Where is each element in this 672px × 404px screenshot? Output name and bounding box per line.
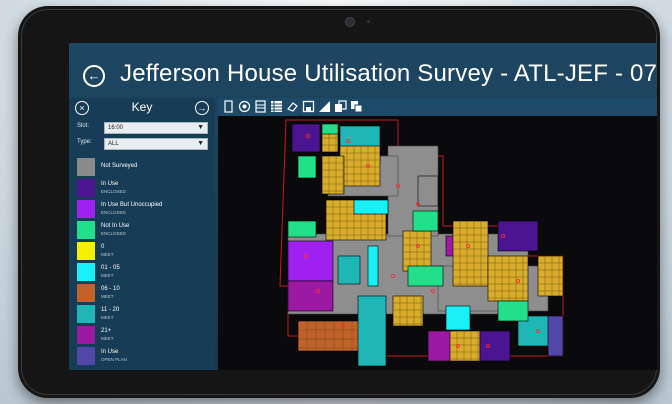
page-title: Jefferson House Utilisation Survey - ATL… — [120, 60, 657, 87]
meeting-room — [337, 255, 361, 285]
legend-swatch — [77, 158, 95, 176]
legend-item: In Use ENCLOSED — [77, 179, 213, 199]
floor-plan-drawing — [279, 119, 564, 367]
legend-label: In Use — [101, 181, 119, 187]
desk-area — [321, 155, 345, 195]
chevron-down-icon: ▼ — [197, 124, 204, 131]
tablet-frame: ← Jefferson House Utilisation Survey - A… — [18, 6, 660, 398]
meeting-room — [357, 295, 387, 367]
desk-area — [449, 330, 481, 362]
legend-swatch — [77, 263, 95, 281]
paste-icon[interactable] — [350, 100, 363, 113]
copy-icon[interactable] — [334, 100, 347, 113]
key-header: × Key → — [69, 98, 215, 118]
save-icon[interactable] — [302, 100, 315, 113]
legend-item: In Use OPEN PLAN — [77, 347, 213, 367]
legend-item: 01 - 05 MEET — [77, 263, 213, 283]
toolbar — [218, 98, 657, 116]
chevron-down-icon: ▼ — [197, 140, 204, 147]
legend-sublabel: MEET — [101, 294, 114, 299]
legend-item: 0 MEET — [77, 242, 213, 262]
room-not-in-use — [412, 210, 439, 232]
legend-label: 01 - 05 — [101, 265, 120, 271]
key-title: Key — [131, 100, 153, 114]
desk-area — [392, 295, 424, 327]
room-in-use — [291, 123, 321, 153]
legend-sublabel: MEET — [101, 252, 114, 257]
target-icon[interactable] — [238, 100, 251, 113]
legend-item: In Use But Unoccupied ENCLOSED — [77, 200, 213, 220]
legend-sublabel: OPEN PLAN — [101, 357, 127, 362]
eraser-icon[interactable] — [286, 100, 299, 113]
page-icon[interactable] — [222, 100, 235, 113]
legend-sublabel: MEET — [101, 315, 114, 320]
title-bar: ← Jefferson House Utilisation Survey - A… — [69, 43, 657, 95]
legend-sublabel: ENCLOSED — [101, 189, 126, 194]
type-select[interactable]: ALL ▼ — [104, 138, 208, 150]
triangle-icon[interactable] — [318, 100, 331, 113]
room-open-plan — [547, 315, 564, 357]
slot-value: 16:00 — [108, 125, 124, 131]
legend-item: Not In Use ENCLOSED — [77, 221, 213, 241]
legend-item: Not Surveyed — [77, 158, 213, 178]
room-not-in-use — [321, 123, 339, 135]
legend-label: Not In Use — [101, 223, 130, 229]
legend-sublabel: ENCLOSED — [101, 231, 126, 236]
room-corridor — [417, 175, 439, 207]
desk-area — [487, 255, 529, 302]
camera-icon — [345, 17, 355, 27]
legend-sublabel: MEET — [101, 273, 114, 278]
type-label: Type: — [77, 139, 92, 145]
key-panel: × Key → Slot: 16:00 ▼ Type: ALL ▼ Not Su… — [69, 98, 215, 370]
table-icon[interactable] — [270, 100, 283, 113]
meeting-room — [287, 280, 334, 312]
floor-plan[interactable] — [218, 116, 657, 370]
room-not-in-use — [297, 155, 317, 179]
legend-swatch — [77, 179, 95, 197]
room-unoccupied — [287, 240, 334, 282]
legend-label: 0 — [101, 244, 105, 250]
slot-row: Slot: 16:00 ▼ — [77, 122, 211, 134]
sensor-icon — [367, 20, 370, 23]
type-row: Type: ALL ▼ — [77, 138, 211, 150]
room-in-use — [497, 220, 539, 252]
legend-label: 06 - 10 — [101, 286, 120, 292]
back-arrow-icon[interactable]: ← — [83, 65, 105, 87]
legend-swatch — [77, 305, 95, 323]
room-not-in-use — [497, 300, 529, 322]
meeting-room — [367, 245, 379, 287]
legend-item: 21+ MEET — [77, 326, 213, 346]
legend-swatch — [77, 347, 95, 365]
legend-label: Not Surveyed — [101, 163, 138, 169]
legend-label: 11 - 20 — [101, 307, 120, 313]
legend-sublabel: MEET — [101, 336, 114, 341]
legend-swatch — [77, 200, 95, 218]
slot-label: Slot: — [77, 123, 90, 129]
legend-label: In Use But Unoccupied — [101, 202, 163, 208]
meeting-room — [353, 199, 389, 215]
app-screen: ← Jefferson House Utilisation Survey - A… — [69, 43, 657, 370]
desk-area — [339, 145, 381, 187]
legend-label: In Use — [101, 349, 119, 355]
legend-swatch — [77, 221, 95, 239]
legend-sublabel: ENCLOSED — [101, 210, 126, 215]
legend-swatch — [77, 284, 95, 302]
room-not-in-use — [287, 220, 317, 238]
meeting-room — [297, 320, 367, 352]
legend-swatch — [77, 242, 95, 260]
legend-label: 21+ — [101, 328, 112, 334]
meeting-room — [445, 305, 471, 331]
forward-arrow-icon[interactable]: → — [195, 101, 209, 115]
desk-area — [537, 255, 564, 297]
list-icon[interactable] — [254, 100, 267, 113]
legend-item: 06 - 10 MEET — [77, 284, 213, 304]
legend-item: 11 - 20 MEET — [77, 305, 213, 325]
desk-area — [452, 220, 489, 287]
legend-swatch — [77, 326, 95, 344]
room-in-use — [479, 330, 511, 362]
slot-select[interactable]: 16:00 ▼ — [104, 122, 208, 134]
type-value: ALL — [108, 141, 119, 147]
room-not-in-use — [407, 265, 444, 287]
